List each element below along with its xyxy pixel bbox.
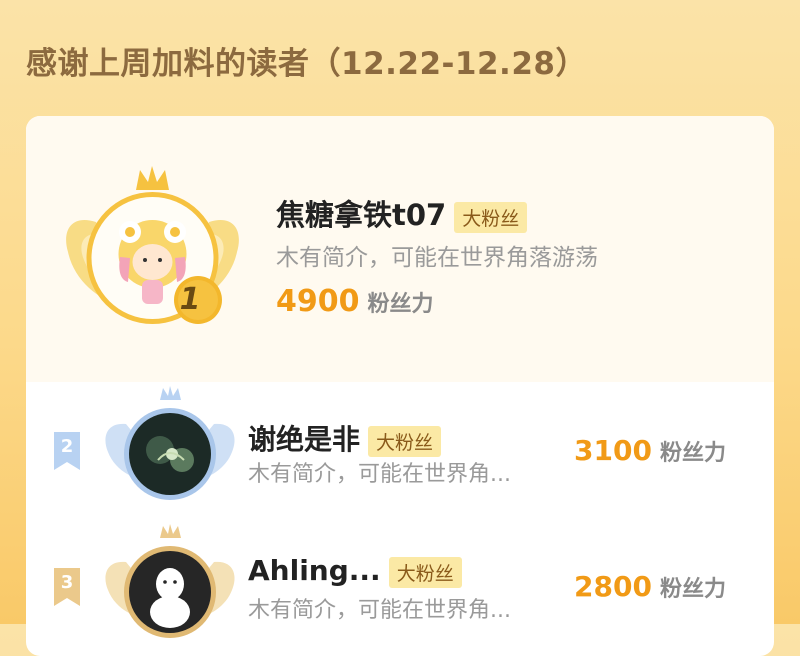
score-value: 3100 [574,434,652,467]
score-unit: 粉丝力 [659,441,726,466]
reader-name-text: 谢绝是非 [248,423,361,456]
bronze-avatar-frame [105,524,235,638]
page-heading: 感谢上周加料的读者（12.22-12.28） [26,46,587,82]
reader-name: Ahling... 大粉丝 [248,554,462,588]
score-value: 4900 [276,284,360,319]
reader-bio: 木有简介，可能在世界角... [248,598,511,623]
fan-badge: 大粉丝 [388,556,462,588]
fan-badge: 大粉丝 [368,425,442,457]
score-unit: 粉丝力 [367,292,434,317]
fan-power-score: 4900 粉丝力 [276,284,434,319]
rank-number: 1 [179,282,201,317]
fan-power-score: 3100 粉丝力 [574,434,726,467]
rank-number: 2 [60,436,74,457]
fan-badge: 大粉丝 [454,201,528,233]
reader-name-text: Ahling... [248,554,381,587]
silver-avatar-frame [105,386,235,500]
reader-ranking-card: 1 焦糖拿铁t07 大粉丝 木有简介，可能在世界角落游荡 4900 粉丝力 2 谢绝… [26,116,774,656]
reader-name-text: 焦糖拿铁t07 [276,198,447,232]
score-unit: 粉丝力 [659,577,726,602]
reader-name: 焦糖拿铁t07 大粉丝 [276,192,528,234]
fan-power-score: 2800 粉丝力 [574,570,726,603]
reader-name: 谢绝是非 大粉丝 [248,418,442,458]
score-value: 2800 [574,570,652,603]
reader-bio: 木有简介，可能在世界角落游荡 [276,245,598,271]
reader-bio: 木有简介，可能在世界角... [248,462,511,487]
rank-number: 3 [60,572,74,593]
